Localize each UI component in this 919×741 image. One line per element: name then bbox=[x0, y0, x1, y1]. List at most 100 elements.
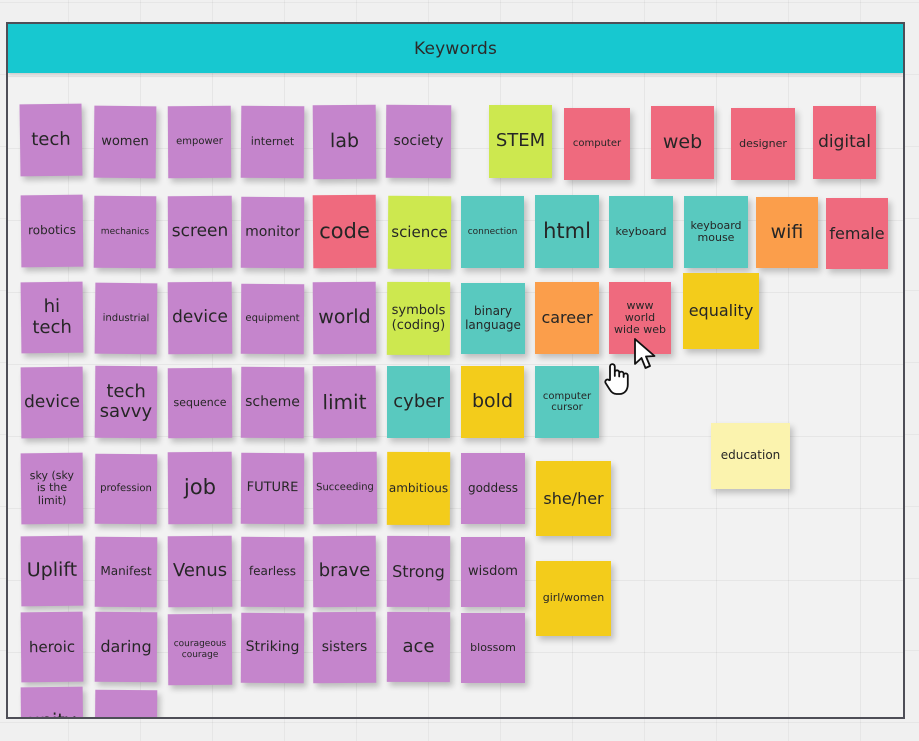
sticky-note[interactable]: ambitious bbox=[386, 451, 451, 526]
sticky-note[interactable]: job bbox=[167, 451, 233, 525]
sticky-note[interactable]: wifi bbox=[756, 197, 818, 268]
sticky-note[interactable]: brave bbox=[312, 535, 377, 608]
sticky-note[interactable]: sky (sky is the limit) bbox=[20, 452, 84, 525]
sticky-note[interactable]: keyboard bbox=[609, 196, 673, 268]
sticky-note[interactable]: tech bbox=[19, 103, 83, 177]
sticky-note[interactable]: html bbox=[535, 195, 599, 268]
sticky-note[interactable]: female bbox=[826, 198, 888, 269]
sticky-note-label: STEM bbox=[495, 130, 546, 152]
sticky-note[interactable]: mechanics bbox=[93, 195, 157, 269]
sticky-note[interactable]: sisters bbox=[312, 611, 377, 684]
sticky-note-label: device bbox=[171, 307, 229, 328]
sticky-note[interactable]: FUTURE bbox=[240, 452, 305, 525]
sticky-note-label: Venus bbox=[172, 560, 228, 582]
sticky-note-label: science bbox=[391, 222, 448, 242]
sticky-note-label: she/her bbox=[543, 488, 604, 508]
sticky-note[interactable]: designer bbox=[731, 108, 795, 180]
sticky-note[interactable]: heroic bbox=[20, 611, 84, 683]
sticky-note-label: unity bbox=[28, 710, 76, 717]
sticky-note-label: device bbox=[23, 391, 81, 413]
sticky-note[interactable]: sequence bbox=[167, 367, 233, 439]
sticky-note[interactable]: cyber bbox=[387, 366, 450, 438]
sticky-note[interactable]: Uplift bbox=[20, 535, 84, 607]
sticky-note[interactable]: robotics bbox=[20, 194, 84, 268]
sticky-note[interactable]: society bbox=[385, 104, 452, 179]
sticky-note-label: blossom bbox=[470, 640, 516, 654]
sticky-note-label: ambitious bbox=[388, 480, 449, 495]
sticky-note[interactable]: Striking bbox=[240, 612, 305, 684]
sticky-note[interactable]: equality bbox=[683, 273, 759, 349]
sticky-note-label: binary language bbox=[465, 304, 521, 332]
sticky-note-label: symbols (coding) bbox=[391, 302, 446, 333]
sticky-note[interactable]: blossom bbox=[461, 613, 525, 683]
sticky-note[interactable]: connection bbox=[461, 196, 524, 268]
sticky-note[interactable]: career bbox=[535, 282, 599, 354]
sticky-note-label: fearless bbox=[248, 564, 297, 579]
sticky-note[interactable]: ace bbox=[386, 611, 451, 683]
sticky-note[interactable]: limit bbox=[312, 365, 377, 439]
sticky-note-label: FUTURE bbox=[246, 480, 299, 496]
sticky-note-label: heroic bbox=[28, 637, 76, 656]
sticky-note[interactable]: industrial bbox=[94, 282, 158, 355]
sticky-note-label: equipment bbox=[245, 313, 300, 325]
sticky-note-label: keyboard bbox=[615, 224, 667, 238]
sticky-note-label: wifi bbox=[770, 220, 804, 243]
sticky-note[interactable]: internet bbox=[240, 105, 305, 179]
sticky-note[interactable]: tech savvy bbox=[94, 365, 158, 439]
sticky-note[interactable]: confidence bbox=[94, 689, 158, 717]
whiteboard-app: Keywords tech women empower internet lab soci… bbox=[0, 0, 919, 741]
sticky-note-label: limit bbox=[322, 389, 367, 414]
sticky-note[interactable]: monitor bbox=[240, 196, 305, 269]
sticky-note-label: robotics bbox=[27, 223, 76, 238]
keywords-header-banner[interactable]: Keywords bbox=[8, 24, 903, 73]
sticky-note[interactable]: digital bbox=[813, 106, 876, 179]
sticky-note[interactable]: unity bbox=[20, 686, 84, 717]
sticky-note[interactable]: daring bbox=[94, 611, 158, 683]
sticky-note-label: female bbox=[829, 223, 885, 243]
sticky-note[interactable]: Manifest bbox=[94, 536, 158, 608]
sticky-note-label: tech savvy bbox=[99, 380, 153, 423]
sticky-note[interactable]: screen bbox=[167, 195, 233, 269]
sticky-note[interactable]: science bbox=[387, 195, 452, 270]
sticky-note[interactable]: scheme bbox=[240, 366, 305, 439]
sticky-note[interactable]: symbols (coding) bbox=[386, 281, 451, 356]
sticky-note-label: connection bbox=[467, 226, 518, 237]
sticky-note[interactable]: goddess bbox=[461, 453, 525, 524]
sticky-note[interactable]: computer cursor bbox=[535, 366, 599, 438]
sticky-note[interactable]: computer bbox=[564, 108, 630, 180]
sticky-note[interactable]: keyboard mouse bbox=[684, 196, 748, 268]
sticky-note-label: screen bbox=[171, 221, 229, 242]
sticky-note[interactable]: she/her bbox=[536, 461, 611, 536]
sticky-note[interactable]: bold bbox=[461, 366, 524, 438]
sticky-note-label: girl/women bbox=[542, 591, 605, 605]
sticky-note[interactable]: equipment bbox=[240, 283, 305, 355]
sticky-note-label: equality bbox=[688, 301, 754, 321]
sticky-note[interactable]: device bbox=[167, 281, 233, 355]
sticky-note[interactable]: women bbox=[93, 105, 157, 179]
sticky-note[interactable]: world bbox=[312, 281, 377, 355]
sticky-note-label: courageous courage bbox=[173, 639, 227, 660]
sticky-note[interactable]: profession bbox=[94, 453, 158, 525]
sticky-note-label: cyber bbox=[393, 390, 444, 412]
sticky-note[interactable]: girl/women bbox=[536, 561, 611, 636]
sticky-note[interactable]: education bbox=[711, 423, 790, 489]
sticky-note-label: web bbox=[662, 130, 703, 153]
sticky-note[interactable]: code bbox=[312, 194, 377, 269]
sticky-note[interactable]: STEM bbox=[489, 105, 552, 178]
sticky-note[interactable]: lab bbox=[312, 104, 377, 180]
sticky-note[interactable]: www world wide web bbox=[609, 282, 671, 354]
sticky-note[interactable]: hi tech bbox=[20, 281, 84, 354]
sticky-note[interactable]: Succeeding bbox=[312, 451, 378, 525]
sticky-note[interactable]: binary language bbox=[461, 283, 525, 354]
sticky-note[interactable]: wisdom bbox=[461, 537, 525, 607]
sticky-note[interactable]: device bbox=[20, 366, 84, 439]
sticky-note[interactable]: fearless bbox=[240, 536, 305, 608]
board-canvas[interactable]: Keywords tech women empower internet lab soci… bbox=[6, 22, 905, 719]
sticky-note-label: sky (sky is the limit) bbox=[29, 468, 75, 507]
sticky-note[interactable]: Strong bbox=[386, 535, 451, 608]
sticky-note-label: code bbox=[319, 218, 370, 243]
sticky-note[interactable]: web bbox=[651, 106, 714, 179]
sticky-note[interactable]: Venus bbox=[167, 535, 233, 608]
sticky-note[interactable]: courageous courage bbox=[167, 613, 233, 686]
sticky-note[interactable]: empower bbox=[167, 105, 232, 179]
